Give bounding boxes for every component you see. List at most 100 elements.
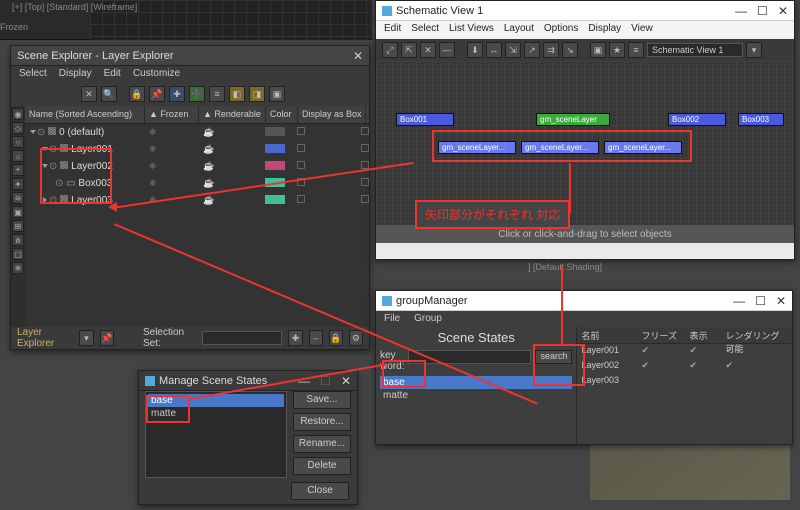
layer-row[interactable]: ⊙ ▭ Box003❄☕ [25,175,369,192]
gm-state-item[interactable]: base [380,376,572,389]
prefs-icon[interactable]: ▣ [590,42,606,58]
shrink-icon[interactable]: ⇲ [505,42,521,58]
side-spacewarps-icon[interactable]: ≋ [12,192,24,204]
close-icon[interactable]: ✕ [778,4,788,18]
maximize-icon[interactable]: ☐ [757,4,768,18]
schematic-node[interactable]: Box001 [396,113,454,126]
menu-customize[interactable]: Customize [133,68,180,82]
minimize-icon[interactable]: — [298,374,310,388]
col-frozen[interactable]: ▲ Frozen [145,106,199,123]
side-bones-icon[interactable]: ⋔ [12,234,24,246]
close-icon[interactable]: ✕ [353,49,363,63]
schematic-node[interactable]: gm_sceneLayer [536,113,610,126]
selset-apply-icon[interactable]: ✚ [288,330,302,346]
lock-icon[interactable]: 🔒 [129,86,145,102]
menu-options[interactable]: Options [544,23,578,37]
gm-layer-row[interactable]: Layer001✔✔✔ [577,344,792,359]
filter-icon[interactable]: ≡ [628,42,644,58]
schematic-node[interactable]: Box003 [738,113,784,126]
side-geometry-icon[interactable]: ◇ [12,122,24,134]
col-renderable[interactable]: ▲ Renderable [199,106,266,123]
menu-select[interactable]: Select [411,23,439,37]
col-name[interactable]: 名前 [577,327,637,343]
schematic-node[interactable]: Box002 [668,113,726,126]
scene-state-item[interactable]: base [148,394,284,407]
close-icon[interactable]: ✕ [341,374,351,388]
side-frozen-icon[interactable]: ❄ [12,262,24,274]
scene-state-item[interactable]: matte [148,407,284,420]
selset-lock-icon[interactable]: 🔒 [329,330,343,346]
menu-list-views[interactable]: List Views [449,23,494,37]
col-display-as-box[interactable]: Display as Box [298,106,367,123]
restore-button[interactable]: Restore... [293,413,351,431]
selset-config-icon[interactable]: ⚙ [349,330,363,346]
schematic-hscrollbar[interactable] [376,243,794,259]
side-lights-icon[interactable]: ☼ [12,150,24,162]
pin-icon[interactable]: 📌 [149,86,165,102]
menu-file[interactable]: File [384,313,400,325]
menu-layout[interactable]: Layout [504,23,534,37]
col-display[interactable]: 表示 [685,327,721,343]
delete-icon[interactable]: — [439,42,455,58]
selection-set-input[interactable] [202,331,282,345]
schematic-node[interactable]: gm_sceneLayer... [604,141,682,154]
selset-remove-icon[interactable]: – [309,330,323,346]
schematic-node[interactable]: gm_sceneLayer... [521,141,599,154]
gm-layer-row[interactable]: Layer003 [577,374,792,389]
layer-row[interactable]: ⊙ Layer001❄☕ [25,141,369,158]
scene-explorer-titlebar[interactable]: Scene Explorer - Layer Explorer ✕ [11,46,369,66]
select-children-icon[interactable]: ◧ [229,86,245,102]
layer-row[interactable]: ⊙ 0 (default)❄☕ [25,124,369,141]
highlight-icon[interactable]: ◨ [249,86,265,102]
side-cameras-icon[interactable]: ⌖ [12,164,24,176]
mss-titlebar[interactable]: Manage Scene States — ☐ ✕ [139,371,357,391]
rename-button[interactable]: Rename... [293,435,351,453]
maximize-icon[interactable]: ☐ [755,294,766,308]
col-color[interactable]: Color [266,106,298,123]
side-display-all-icon[interactable]: ◉ [12,108,24,120]
mss-list[interactable]: basematte [145,391,287,478]
schematic-titlebar[interactable]: Schematic View 1 — ☐ ✕ [376,1,794,21]
col-edges[interactable]: Edges O [366,106,369,123]
connect-icon[interactable]: ↘ [562,42,578,58]
menu-view[interactable]: View [631,23,653,37]
layer-row[interactable]: ⊙ Layer002❄☕ [25,158,369,175]
col-name[interactable]: Name (Sorted Ascending) [25,106,145,123]
filter-x-icon[interactable]: ✕ [81,86,97,102]
maximize-icon[interactable]: ☐ [320,374,331,388]
gm-scene-state-list[interactable]: basematte [376,374,576,444]
bookmark-icon[interactable]: ★ [609,42,625,58]
col-freeze[interactable]: フリーズ [637,327,685,343]
field-dropdown-icon[interactable]: ▾ [746,42,762,58]
arrange-down-icon[interactable]: ⬇ [467,42,483,58]
col-render[interactable]: レンダリング可能 [721,327,792,343]
menu-edit[interactable]: Edit [104,68,121,82]
menu-select[interactable]: Select [19,68,47,82]
gm-state-item[interactable]: matte [380,389,572,402]
side-helpers-icon[interactable]: ✦ [12,178,24,190]
add-to-layer-icon[interactable]: ➕ [189,86,205,102]
layers-icon[interactable]: ≡ [209,86,225,102]
close-icon[interactable]: ✕ [776,294,786,308]
menu-display[interactable]: Display [588,23,621,37]
minimize-icon[interactable]: — [733,294,745,308]
link-icon[interactable]: ⇱ [401,42,417,58]
schematic-node[interactable]: gm_sceneLayer... [438,141,516,154]
menu-group[interactable]: Group [414,313,442,325]
gm-layer-row[interactable]: Layer002✔✔✔ [577,359,792,374]
save-button[interactable]: Save... [293,391,351,409]
schematic-name-field[interactable] [647,43,743,57]
menu-edit[interactable]: Edit [384,23,401,37]
close-button[interactable]: Close [291,482,349,500]
keyword-input[interactable] [408,350,531,364]
footer-pin-icon[interactable]: 📌 [100,330,114,346]
expand-icon[interactable]: ▣ [269,86,285,102]
gm-titlebar[interactable]: groupManager — ☐ ✕ [376,291,792,311]
move-children-icon[interactable]: ⇉ [543,42,559,58]
viewport-label[interactable]: [+] [Top] [Standard] [Wireframe] [12,2,137,12]
expand-icon[interactable]: ⤢ [382,42,398,58]
footer-dropdown-icon[interactable]: ▾ [79,330,93,346]
side-shapes-icon[interactable]: ○ [12,136,24,148]
arrange-h-icon[interactable]: ↔ [486,42,502,58]
side-groups-icon[interactable]: ▣ [12,206,24,218]
